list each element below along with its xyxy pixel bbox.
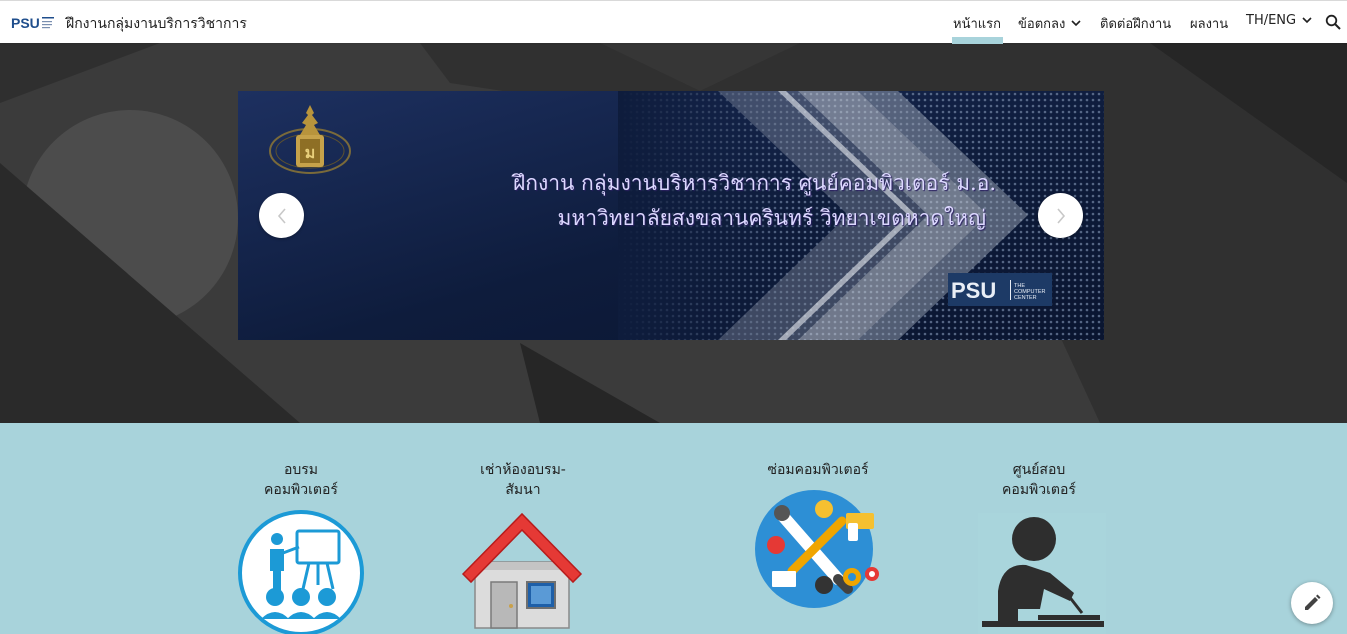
service-room-rental-title[interactable]: เช่าห้องอบรม- สัมนา xyxy=(443,460,603,500)
svg-text:CENTER: CENTER xyxy=(1014,295,1037,301)
nav-home-label: หน้าแรก xyxy=(953,17,1001,32)
training-presentation-icon[interactable] xyxy=(237,509,365,634)
slide-subheadline: มหาวิทยาลัยสงขลานครินทร์ วิทยาเขตหาดใหญ่ xyxy=(557,206,986,230)
slide-logo-text: PSU xyxy=(951,278,996,303)
svg-text:ม: ม xyxy=(305,143,316,162)
nav-language-label: TH/ENG xyxy=(1246,13,1297,28)
nav-home[interactable]: หน้าแรก xyxy=(952,13,1003,44)
nav-language[interactable]: TH/ENG xyxy=(1246,13,1312,28)
carousel-prev-button[interactable] xyxy=(259,193,304,238)
services-section: อบรม คอมพิวเตอร์ เช่าห้องอบรม- สัมนา ซ่อ… xyxy=(0,423,1347,634)
chevron-left-icon xyxy=(277,207,286,224)
service-title-line: อบรม xyxy=(283,462,319,478)
hero-banner: ม ฝึกงาน กลุ่มงานบริหารวิชาการ ศูนย์คอมพ… xyxy=(0,43,1347,423)
chevron-down-icon xyxy=(1071,20,1081,27)
svg-text:PSU: PSU xyxy=(11,15,40,31)
service-title-line: คอมพิวเตอร์ xyxy=(264,482,338,498)
nav-contact-label: ติดต่อฝึกงาน xyxy=(1100,17,1172,32)
site-title[interactable]: ฝึกงานกลุ่มงานบริการวิชาการ xyxy=(66,13,247,35)
repair-tools-icon[interactable] xyxy=(752,487,884,609)
chevron-down-icon xyxy=(1302,17,1312,24)
carousel-next-button[interactable] xyxy=(1038,193,1083,238)
top-app-bar: PSU ฝึกงานกลุ่มงานบริการวิชาการ หน้าแรก … xyxy=(0,0,1347,44)
service-title-line: เช่าห้องอบรม- xyxy=(480,462,566,478)
service-title-line: คอมพิวเตอร์ xyxy=(1002,482,1076,498)
search-icon[interactable] xyxy=(1325,14,1341,30)
nav-agreement-label: ข้อตกลง xyxy=(1018,17,1066,32)
nav-agreement[interactable]: ข้อตกลง xyxy=(1018,13,1081,34)
pencil-edit-icon xyxy=(1305,594,1321,610)
service-exam-center-title[interactable]: ศูนย์สอบ คอมพิวเตอร์ xyxy=(959,460,1119,500)
service-title-line: สัมนา xyxy=(505,482,541,498)
nav-works[interactable]: ผลงาน xyxy=(1190,13,1228,34)
university-emblem: ม xyxy=(269,105,351,174)
house-icon[interactable] xyxy=(461,512,583,630)
computer-center-logo: PSU THE COMPUTER CENTER xyxy=(948,273,1052,306)
chevron-right-icon xyxy=(1056,207,1065,224)
slide-headline: ฝึกงาน กลุ่มงานบริหารวิชาการ ศูนย์คอมพิว… xyxy=(512,171,996,195)
service-training-title[interactable]: อบรม คอมพิวเตอร์ xyxy=(221,460,381,500)
service-title-line: ซ่อมคอมพิวเตอร์ xyxy=(767,462,869,478)
nav-contact[interactable]: ติดต่อฝึกงาน xyxy=(1100,13,1171,34)
exam-writing-icon[interactable] xyxy=(978,513,1106,634)
service-repair-title[interactable]: ซ่อมคอมพิวเตอร์ xyxy=(738,460,898,480)
psu-logo[interactable]: PSU xyxy=(11,13,55,33)
nav-works-label: ผลงาน xyxy=(1190,17,1229,32)
carousel-slide[interactable]: ม ฝึกงาน กลุ่มงานบริหารวิชาการ ศูนย์คอมพ… xyxy=(238,91,1104,340)
service-title-line: ศูนย์สอบ xyxy=(1012,462,1066,478)
edit-button[interactable] xyxy=(1291,582,1333,624)
